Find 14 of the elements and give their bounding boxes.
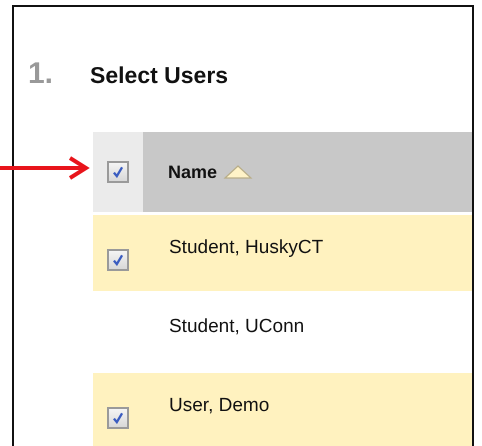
user-row[interactable]: Student, HuskyCT [93, 215, 472, 291]
step-number: 1. [28, 57, 54, 91]
user-row[interactable]: User, Demo [93, 373, 472, 446]
check-icon [111, 165, 125, 179]
row-checkbox[interactable] [107, 249, 129, 271]
check-icon [111, 253, 125, 267]
user-name: Student, HuskyCT [168, 236, 324, 260]
check-icon [111, 411, 125, 425]
select-all-checkbox[interactable] [107, 161, 129, 183]
section-title: Select Users [90, 62, 228, 89]
name-column-header[interactable]: Name [143, 132, 472, 212]
user-name: Student, UConn [168, 315, 304, 339]
row-checkbox[interactable] [107, 407, 129, 429]
user-name: User, Demo [168, 394, 270, 418]
